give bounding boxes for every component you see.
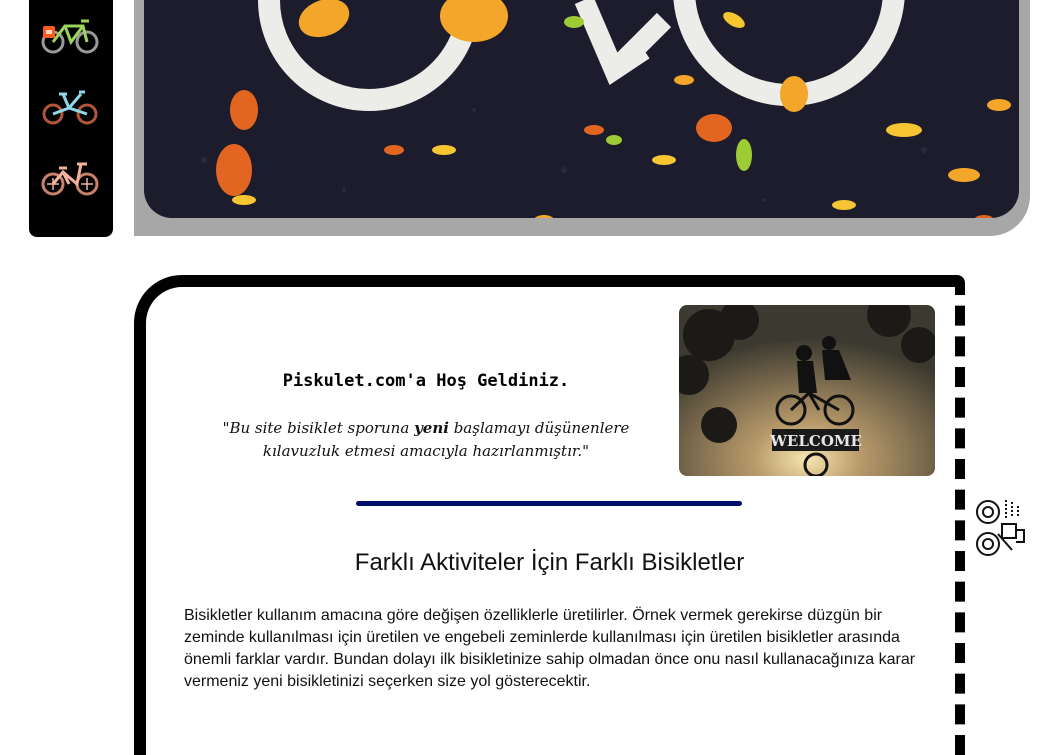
- welcome-photo: WELCOME: [679, 305, 935, 476]
- welcome-sign-text: WELCOME: [769, 432, 862, 450]
- section-paragraph: Bisikletler kullanım amacına göre değişe…: [184, 607, 916, 690]
- hero-frame: [134, 0, 1030, 236]
- section-divider: [356, 501, 742, 506]
- hero-image: [144, 0, 1019, 218]
- folding-bike-icon[interactable]: [39, 86, 101, 126]
- section-title: Farklı Aktiviteler İçin Farklı Bisikletl…: [354, 549, 745, 576]
- welcome-title: Piskulet.com'a Hoş Geldiniz.: [282, 371, 570, 391]
- bike-parts-icon[interactable]: [972, 494, 1028, 560]
- cargo-bike-icon[interactable]: [39, 16, 101, 56]
- city-bike-icon[interactable]: [39, 158, 101, 198]
- welcome-quote: "Bu site bisiklet sporuna yeni başlamayı…: [222, 419, 630, 460]
- bike-type-sidebar: [29, 0, 113, 237]
- content-card: Piskulet.com'a Hoş Geldiniz. "Bu site bi…: [134, 275, 965, 755]
